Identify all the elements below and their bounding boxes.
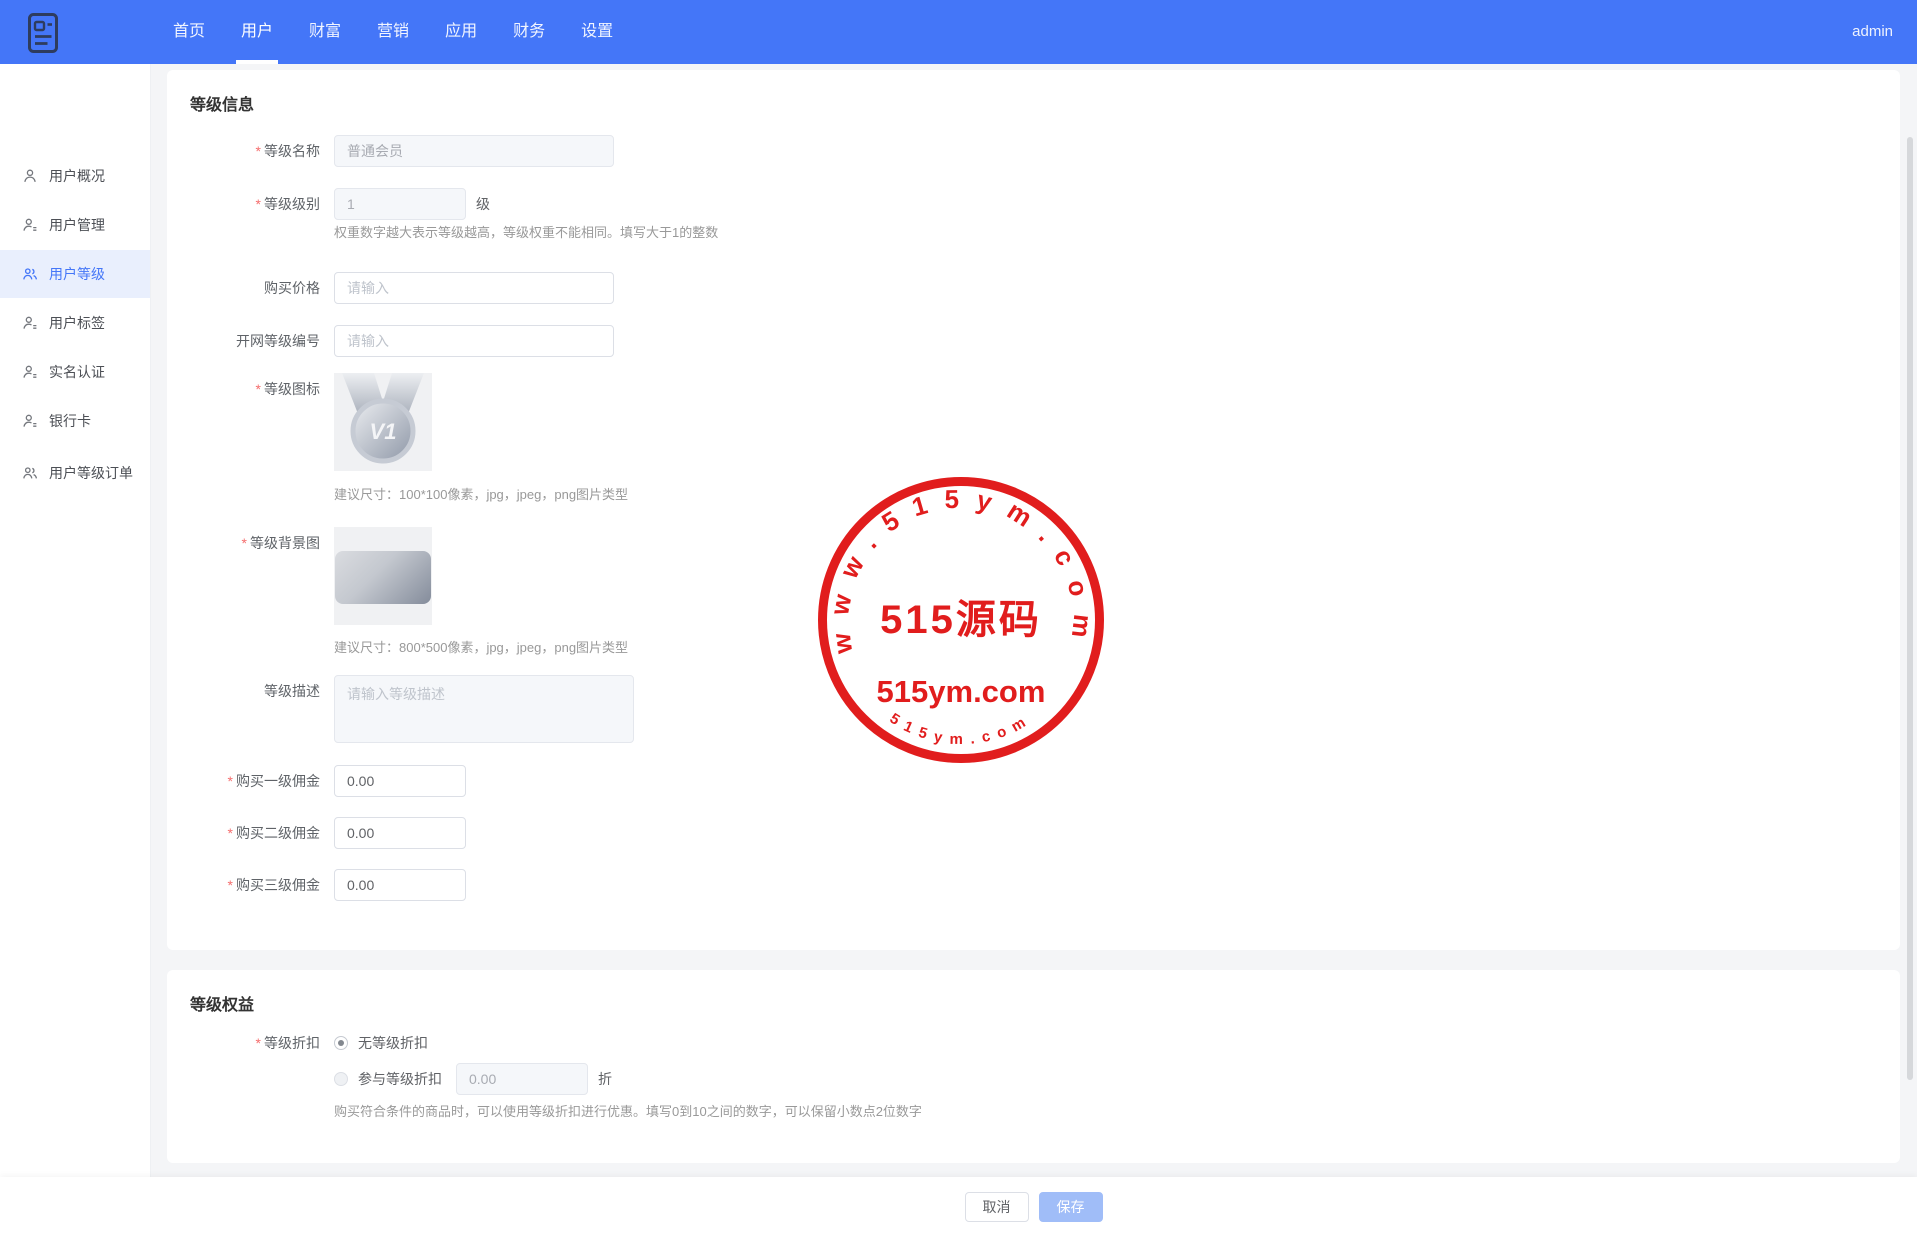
level-name-input[interactable] [334,135,614,167]
level-rights-card: 等级权益 *等级折扣 无等级折扣 参与等级折扣 折 购买符合条件的商品时，可以使… [167,970,1900,1163]
form-row-level-rank: *等级级别 级 [187,188,490,220]
user-settings-icon [22,217,38,233]
level-rank-hint: 权重数字越大表示等级越高，等级权重不能相同。填写大于1的整数 [334,222,718,241]
level-discount-hint: 购买符合条件的商品时，可以使用等级折扣进行优惠。填写0到10之间的数字，可以保留… [334,1101,922,1120]
discount-option-join-label[interactable]: 参与等级折扣 [358,1069,442,1089]
user-card-icon [22,413,38,429]
form-row-purchase-price: 购买价格 [187,272,614,304]
commission-3-input[interactable] [334,869,466,901]
sidebar-item-identity-verification[interactable]: 实名认证 [0,348,150,396]
required-mark: * [228,877,233,893]
required-mark: * [228,825,233,841]
users-group-icon [22,465,38,481]
network-level-code-input[interactable] [334,325,614,357]
network-level-code-label: 开网等级编号 [187,325,320,357]
users-group-icon [22,266,38,282]
level-icon-label: *等级图标 [187,373,320,405]
level-background-hint: 建议尺寸：800*500像素，jpg，jpeg，png图片类型 [334,637,628,656]
commission-2-input[interactable] [334,817,466,849]
menu-item-wealth[interactable]: 财富 [291,0,359,64]
discount-unit: 折 [598,1063,612,1095]
sidebar-item-user-management[interactable]: 用户管理 [0,201,150,249]
form-row-commission-2: *购买二级佣金 [187,817,466,849]
purchase-price-label: 购买价格 [187,272,320,304]
purchase-price-input[interactable] [334,272,614,304]
required-mark: * [256,381,261,397]
menu-item-home[interactable]: 首页 [155,0,223,64]
commission-2-label: *购买二级佣金 [187,817,320,849]
required-mark: * [242,535,247,551]
level-rights-title: 等级权益 [190,991,254,1015]
level-rank-label: *等级级别 [187,188,320,220]
level-background-image [335,551,431,604]
user-icon [22,168,38,184]
level-info-card: 等级信息 *等级名称 *等级级别 级 权重数字越大表示等级越高，等级权重不能相同… [167,70,1900,950]
user-tag-icon [22,315,38,331]
top-nav: 首页 用户 财富 营销 应用 财务 设置 admin [0,0,1917,64]
sidebar-item-label: 实名认证 [49,362,105,382]
form-row-network-level-code: 开网等级编号 [187,325,614,357]
level-description-label: 等级描述 [187,675,320,707]
medal-v1-image: V1 [334,373,432,471]
commission-1-label: *购买一级佣金 [187,765,320,797]
radio-selected-icon[interactable] [334,1036,348,1050]
required-mark: * [256,1035,261,1051]
main-menu: 首页 用户 财富 营销 应用 财务 设置 [155,0,631,64]
form-row-level-description: 等级描述 [187,675,634,743]
radio-unselected-icon[interactable] [334,1072,348,1086]
level-rank-input[interactable] [334,188,466,220]
discount-value-input[interactable] [456,1063,588,1095]
required-mark: * [228,773,233,789]
sidebar-item-user-level-orders[interactable]: 用户等级订单 [0,449,150,497]
form-row-level-discount: *等级折扣 无等级折扣 参与等级折扣 折 [187,1027,612,1095]
level-discount-label: *等级折扣 [187,1027,320,1059]
save-button[interactable]: 保存 [1039,1192,1103,1222]
app-logo-icon [28,13,58,53]
level-background-label: *等级背景图 [187,527,320,559]
sidebar-item-user-overview[interactable]: 用户概况 [0,152,150,200]
form-row-level-background: *等级背景图 [187,527,432,625]
level-name-label: *等级名称 [187,135,320,167]
sidebar-item-label: 用户等级订单 [49,463,133,483]
commission-3-label: *购买三级佣金 [187,869,320,901]
sidebar-item-label: 用户管理 [49,215,105,235]
action-footer: 取消 保存 [0,1177,1917,1236]
commission-1-input[interactable] [334,765,466,797]
user-check-icon [22,364,38,380]
required-mark: * [256,196,261,212]
discount-option-join[interactable]: 参与等级折扣 折 [334,1063,612,1095]
level-rank-unit: 级 [476,188,490,220]
menu-item-apps[interactable]: 应用 [427,0,495,64]
menu-item-settings[interactable]: 设置 [563,0,631,64]
sidebar-item-label: 银行卡 [49,411,91,431]
form-row-level-name: *等级名称 [187,135,614,167]
sidebar-item-user-level[interactable]: 用户等级 [0,250,150,298]
required-mark: * [256,143,261,159]
level-description-textarea[interactable] [334,675,634,743]
discount-radio-group: 无等级折扣 参与等级折扣 折 [334,1027,612,1095]
level-icon-hint: 建议尺寸：100*100像素，jpg，jpeg，png图片类型 [334,484,628,503]
form-row-commission-3: *购买三级佣金 [187,869,466,901]
form-row-commission-1: *购买一级佣金 [187,765,466,797]
sidebar-item-user-tags[interactable]: 用户标签 [0,299,150,347]
menu-item-marketing[interactable]: 营销 [359,0,427,64]
svg-text:V1: V1 [370,419,397,444]
sidebar-item-label: 用户标签 [49,313,105,333]
form-row-level-icon: *等级图标 V1 [187,373,432,471]
current-user[interactable]: admin [1852,0,1893,64]
discount-option-none-label[interactable]: 无等级折扣 [358,1033,428,1053]
discount-option-none[interactable]: 无等级折扣 [334,1027,612,1059]
level-icon-upload[interactable]: V1 [334,373,432,471]
menu-item-finance[interactable]: 财务 [495,0,563,64]
sidebar-item-bank-card[interactable]: 银行卡 [0,397,150,445]
vertical-scrollbar[interactable] [1907,137,1913,1080]
sidebar: 用户概况 用户管理 用户等级 用户标签 实名认证 [0,64,151,1236]
sidebar-item-label: 用户等级 [49,264,105,284]
level-background-upload[interactable] [334,527,432,625]
level-info-title: 等级信息 [190,91,254,115]
menu-item-user[interactable]: 用户 [223,0,291,64]
cancel-button[interactable]: 取消 [965,1192,1029,1222]
sidebar-item-label: 用户概况 [49,166,105,186]
app-window: 首页 用户 财富 营销 应用 财务 设置 admin 用户概况 用户管理 [0,0,1917,1236]
